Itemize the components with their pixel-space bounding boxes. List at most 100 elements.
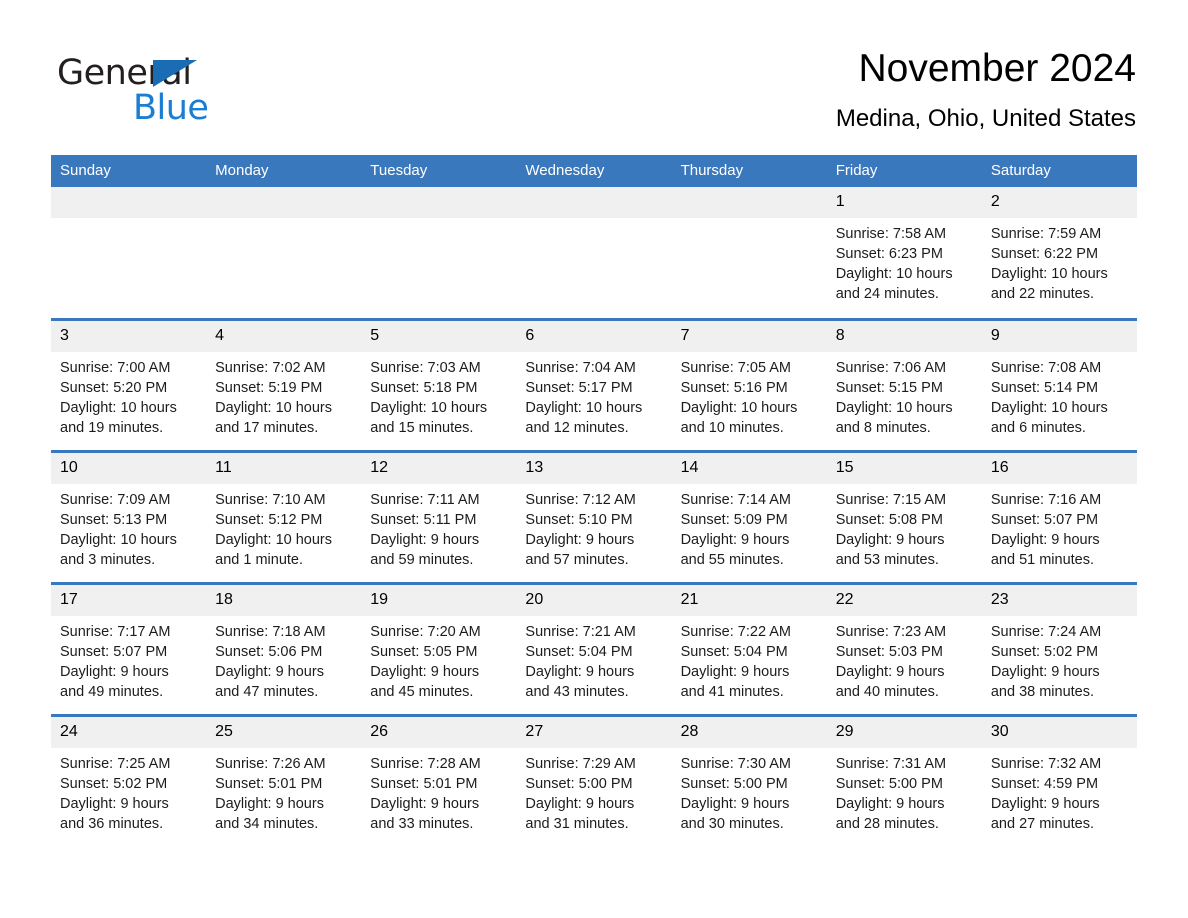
weekday-header-tuesday: Tuesday bbox=[361, 155, 517, 187]
calendar-day-cell[interactable]: 6 Sunrise: 7:04 AM Sunset: 5:17 PM Daylight… bbox=[516, 317, 672, 451]
day-cell-content: 9 Sunrise: 7:08 AM Sunset: 5:14 PM Daylight… bbox=[981, 320, 1137, 450]
calendar-day-cell-empty bbox=[361, 187, 517, 319]
sunset-time: Sunset: 5:17 PM bbox=[525, 379, 633, 396]
daylight-duration: Daylight: 9 hours bbox=[525, 531, 635, 548]
day-number bbox=[361, 187, 517, 218]
calendar-day-cell[interactable]: 7 Sunrise: 7:05 AM Sunset: 5:16 PM Daylight… bbox=[671, 317, 827, 451]
calendar-day-cell[interactable]: 21 Sunrise: 7:22 AM Sunset: 5:04 PM Dayligh… bbox=[671, 581, 827, 715]
calendar-day-cell[interactable]: 20 Sunrise: 7:21 AM Sunset: 5:04 PM Dayligh… bbox=[516, 581, 672, 715]
day-sun-info: Sunrise: 7:26 AM Sunset: 5:01 PM Daylight:… bbox=[206, 748, 361, 834]
daylight-duration: Daylight: 10 hours bbox=[60, 531, 177, 548]
day-cell-content: 1 Sunrise: 7:58 AM Sunset: 6:23 PM Daylight… bbox=[826, 187, 982, 318]
day-sun-info: Sunrise: 7:04 AM Sunset: 5:17 PM Daylight:… bbox=[516, 352, 671, 438]
day-number: 12 bbox=[361, 452, 517, 484]
daylight-duration: and 59 minutes. bbox=[370, 551, 474, 568]
calendar-day-cell[interactable]: 11 Sunrise: 7:10 AM Sunset: 5:12 PM Dayligh… bbox=[206, 449, 362, 583]
sunrise-time: Sunrise: 7:05 AM bbox=[680, 359, 791, 376]
calendar-day-cell[interactable]: 30 Sunrise: 7:32 AM Sunset: 4:59 PM Dayligh… bbox=[981, 713, 1137, 847]
calendar-day-cell[interactable]: 9 Sunrise: 7:08 AM Sunset: 5:14 PM Daylight… bbox=[981, 317, 1137, 451]
daylight-duration: and 12 minutes. bbox=[525, 419, 629, 436]
sunrise-time: Sunrise: 7:24 AM bbox=[990, 623, 1102, 640]
daylight-duration: and 15 minutes. bbox=[370, 419, 474, 436]
sunset-time: Sunset: 5:03 PM bbox=[835, 643, 943, 660]
sunrise-time: Sunrise: 7:21 AM bbox=[525, 623, 636, 640]
day-sun-info: Sunrise: 7:30 AM Sunset: 5:00 PM Daylight:… bbox=[672, 748, 827, 834]
daylight-duration: and 55 minutes. bbox=[680, 551, 784, 568]
calendar-day-cell[interactable]: 23 Sunrise: 7:24 AM Sunset: 5:02 PM Dayligh… bbox=[981, 581, 1137, 715]
day-cell-content: 6 Sunrise: 7:04 AM Sunset: 5:17 PM Daylight… bbox=[516, 320, 672, 450]
location-subtitle: Medina, Ohio, United States bbox=[835, 105, 1136, 132]
sunset-time: Sunset: 5:19 PM bbox=[215, 379, 323, 396]
sunset-time: Sunset: 5:08 PM bbox=[835, 511, 943, 528]
calendar-day-cell[interactable]: 18 Sunrise: 7:18 AM Sunset: 5:06 PM Dayligh… bbox=[206, 581, 362, 715]
sunset-time: Sunset: 5:11 PM bbox=[370, 511, 477, 528]
day-sun-info: Sunrise: 7:59 AM Sunset: 6:22 PM Daylight:… bbox=[982, 218, 1137, 304]
day-sun-info: Sunrise: 7:31 AM Sunset: 5:00 PM Daylight:… bbox=[827, 748, 982, 834]
sunrise-time: Sunrise: 7:20 AM bbox=[370, 623, 481, 640]
daylight-duration: Daylight: 9 hours bbox=[835, 795, 945, 812]
calendar-day-cell[interactable]: 19 Sunrise: 7:20 AM Sunset: 5:05 PM Dayligh… bbox=[361, 581, 517, 715]
day-cell-content: 3 Sunrise: 7:00 AM Sunset: 5:20 PM Daylight… bbox=[51, 320, 207, 450]
daylight-duration: Daylight: 10 hours bbox=[525, 399, 643, 416]
calendar-day-cell[interactable]: 15 Sunrise: 7:15 AM Sunset: 5:08 PM Dayligh… bbox=[826, 449, 982, 583]
sunset-time: Sunset: 5:14 PM bbox=[990, 379, 1099, 396]
calendar-day-cell[interactable]: 5 Sunrise: 7:03 AM Sunset: 5:18 PM Daylight… bbox=[361, 317, 517, 451]
calendar-day-cell[interactable]: 12 Sunrise: 7:11 AM Sunset: 5:11 PM Dayligh… bbox=[361, 449, 517, 583]
day-sun-info: Sunrise: 7:28 AM Sunset: 5:01 PM Daylight:… bbox=[361, 748, 516, 834]
sunset-time: Sunset: 5:18 PM bbox=[370, 379, 478, 396]
sunset-time: Sunset: 5:13 PM bbox=[60, 511, 168, 528]
daylight-duration: Daylight: 10 hours bbox=[215, 531, 333, 548]
calendar-day-cell[interactable]: 28 Sunrise: 7:30 AM Sunset: 5:00 PM Dayligh… bbox=[671, 713, 827, 847]
daylight-duration: Daylight: 9 hours bbox=[680, 531, 790, 548]
sunrise-time: Sunrise: 7:23 AM bbox=[835, 623, 947, 640]
day-sun-info: Sunrise: 7:21 AM Sunset: 5:04 PM Daylight:… bbox=[516, 616, 671, 702]
calendar-day-cell[interactable]: 1 Sunrise: 7:58 AM Sunset: 6:23 PM Daylight… bbox=[826, 187, 982, 319]
day-sun-info: Sunrise: 7:10 AM Sunset: 5:12 PM Daylight:… bbox=[206, 484, 361, 570]
daylight-duration: Daylight: 9 hours bbox=[60, 663, 169, 680]
day-number: 8 bbox=[826, 320, 982, 352]
day-cell-content bbox=[206, 187, 362, 318]
sunrise-time: Sunrise: 7:22 AM bbox=[680, 623, 791, 640]
sunrise-time: Sunrise: 7:11 AM bbox=[370, 491, 480, 508]
daylight-duration: Daylight: 9 hours bbox=[370, 531, 480, 548]
calendar-day-cell[interactable]: 22 Sunrise: 7:23 AM Sunset: 5:03 PM Dayligh… bbox=[826, 581, 982, 715]
day-sun-info: Sunrise: 7:17 AM Sunset: 5:07 PM Daylight:… bbox=[51, 616, 206, 702]
calendar-week-row: 1 Sunrise: 7:58 AM Sunset: 6:23 PM Daylight… bbox=[51, 187, 1137, 319]
weekday-header-friday: Friday bbox=[826, 155, 982, 187]
calendar-day-cell[interactable]: 2 Sunrise: 7:59 AM Sunset: 6:22 PM Daylight… bbox=[981, 187, 1137, 319]
day-cell-content: 14 Sunrise: 7:14 AM Sunset: 5:09 PM Dayligh… bbox=[671, 452, 827, 582]
day-number: 28 bbox=[671, 716, 827, 748]
sunset-time: Sunset: 5:15 PM bbox=[835, 379, 943, 396]
day-number: 21 bbox=[671, 584, 827, 616]
daylight-duration: and 45 minutes. bbox=[370, 683, 474, 700]
calendar-page: General Blue November 2024 Medina, Ohio,… bbox=[0, 0, 1188, 918]
calendar-day-cell[interactable]: 14 Sunrise: 7:14 AM Sunset: 5:09 PM Dayligh… bbox=[671, 449, 827, 583]
day-number: 3 bbox=[51, 320, 207, 352]
sunset-time: Sunset: 4:59 PM bbox=[990, 775, 1099, 792]
day-sun-info: Sunrise: 7:06 AM Sunset: 5:15 PM Daylight:… bbox=[827, 352, 982, 438]
calendar-day-cell[interactable]: 13 Sunrise: 7:12 AM Sunset: 5:10 PM Dayligh… bbox=[516, 449, 672, 583]
calendar-day-cell[interactable]: 4 Sunrise: 7:02 AM Sunset: 5:19 PM Daylight… bbox=[206, 317, 362, 451]
calendar-day-cell[interactable]: 16 Sunrise: 7:16 AM Sunset: 5:07 PM Dayligh… bbox=[981, 449, 1137, 583]
daylight-duration: and 24 minutes. bbox=[835, 286, 939, 302]
calendar-day-cell[interactable]: 8 Sunrise: 7:06 AM Sunset: 5:15 PM Daylight… bbox=[826, 317, 982, 451]
calendar-day-cell[interactable]: 25 Sunrise: 7:26 AM Sunset: 5:01 PM Dayligh… bbox=[206, 713, 362, 847]
sunset-time: Sunset: 5:04 PM bbox=[525, 643, 633, 660]
calendar-day-cell[interactable]: 17 Sunrise: 7:17 AM Sunset: 5:07 PM Dayligh… bbox=[51, 581, 207, 715]
calendar-day-cell[interactable]: 27 Sunrise: 7:29 AM Sunset: 5:00 PM Dayligh… bbox=[516, 713, 672, 847]
sunset-time: Sunset: 5:00 PM bbox=[835, 775, 943, 792]
sunrise-time: Sunrise: 7:04 AM bbox=[525, 359, 636, 376]
daylight-duration: Daylight: 9 hours bbox=[60, 795, 169, 812]
day-sun-info: Sunrise: 7:24 AM Sunset: 5:02 PM Daylight:… bbox=[982, 616, 1137, 702]
calendar-day-cell[interactable]: 3 Sunrise: 7:00 AM Sunset: 5:20 PM Daylight… bbox=[51, 317, 207, 451]
day-number: 19 bbox=[361, 584, 517, 616]
sunrise-time: Sunrise: 7:09 AM bbox=[60, 491, 171, 508]
calendar-day-cell[interactable]: 26 Sunrise: 7:28 AM Sunset: 5:01 PM Dayligh… bbox=[361, 713, 517, 847]
calendar-day-cell[interactable]: 10 Sunrise: 7:09 AM Sunset: 5:13 PM Dayligh… bbox=[51, 449, 207, 583]
calendar-day-cell-empty bbox=[516, 187, 672, 319]
calendar-day-cell[interactable]: 24 Sunrise: 7:25 AM Sunset: 5:02 PM Dayligh… bbox=[51, 713, 207, 847]
daylight-duration: and 41 minutes. bbox=[680, 683, 784, 700]
page-header: General Blue November 2024 Medina, Ohio,… bbox=[0, 0, 1188, 134]
sunrise-time: Sunrise: 7:00 AM bbox=[60, 359, 171, 376]
calendar-day-cell[interactable]: 29 Sunrise: 7:31 AM Sunset: 5:00 PM Dayligh… bbox=[826, 713, 982, 847]
